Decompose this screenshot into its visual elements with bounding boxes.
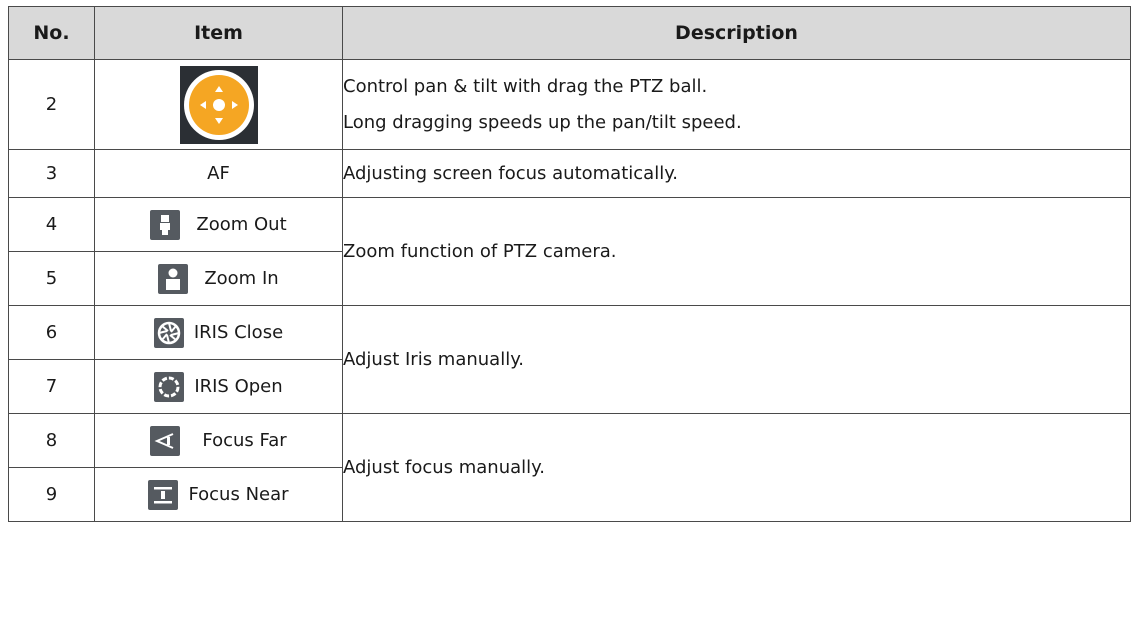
item-cell: Zoom Out: [94, 197, 343, 252]
ptz-ball-icon: [179, 65, 258, 144]
row-number: 8: [8, 413, 95, 468]
header-description: Description: [342, 6, 1131, 60]
row-number: 5: [8, 251, 95, 306]
item-cell: Zoom In: [94, 251, 343, 306]
item-label: IRIS Open: [194, 376, 283, 397]
iris-close-icon: [153, 317, 184, 348]
row-number: 2: [8, 59, 95, 150]
item-cell: Focus Far: [94, 413, 343, 468]
row-number: 9: [8, 467, 95, 522]
spec-table: No. Item Description 2 Control pan & til…: [8, 6, 1131, 522]
item-cell: IRIS Close: [94, 305, 343, 360]
table-row: 6 IRIS Close Adjust Iris manually.: [8, 305, 1131, 414]
item-cell: IRIS Open: [94, 359, 343, 414]
row-number: 7: [8, 359, 95, 414]
table-row: 4 Zoom Out Zoom function of PTZ camera.: [8, 197, 1131, 306]
item-label: IRIS Close: [193, 322, 284, 343]
row-number: 4: [8, 197, 95, 252]
header-no: No.: [8, 6, 95, 60]
item-label: Zoom Out: [196, 214, 287, 235]
row-number: 6: [8, 305, 95, 360]
zoom-out-icon: [150, 209, 181, 240]
focus-near-icon: [148, 479, 179, 510]
item-label: Zoom In: [204, 268, 279, 289]
table-row: 3 AF Adjusting screen focus automaticall…: [8, 149, 1131, 198]
header-item: Item: [94, 6, 343, 60]
description-cell: Adjusting screen focus automatically.: [342, 149, 1131, 198]
description-cell: Adjust Iris manually.: [342, 305, 1131, 414]
description-cell: Control pan & tilt with drag the PTZ bal…: [342, 59, 1131, 150]
item-cell: [94, 59, 343, 150]
item-cell: Focus Near: [94, 467, 343, 522]
description-cell: Adjust focus manually.: [342, 413, 1131, 522]
item-label: Focus Near: [188, 484, 289, 505]
description-line: Control pan & tilt with drag the PTZ bal…: [343, 75, 708, 97]
item-label: Focus Far: [202, 430, 287, 451]
item-label: AF: [94, 149, 343, 198]
table-row: 2 Control pan & tilt with drag the PTZ b: [8, 59, 1131, 150]
description-cell: Zoom function of PTZ camera.: [342, 197, 1131, 306]
description-line: Long dragging speeds up the pan/tilt spe…: [343, 111, 742, 133]
focus-far-icon: [150, 425, 181, 456]
zoom-in-icon: [158, 263, 189, 294]
header-row: No. Item Description: [8, 6, 1131, 60]
iris-open-icon: [154, 371, 185, 402]
table-row: 8 Focus Far Adjust focus manually.: [8, 413, 1131, 522]
row-number: 3: [8, 149, 95, 198]
